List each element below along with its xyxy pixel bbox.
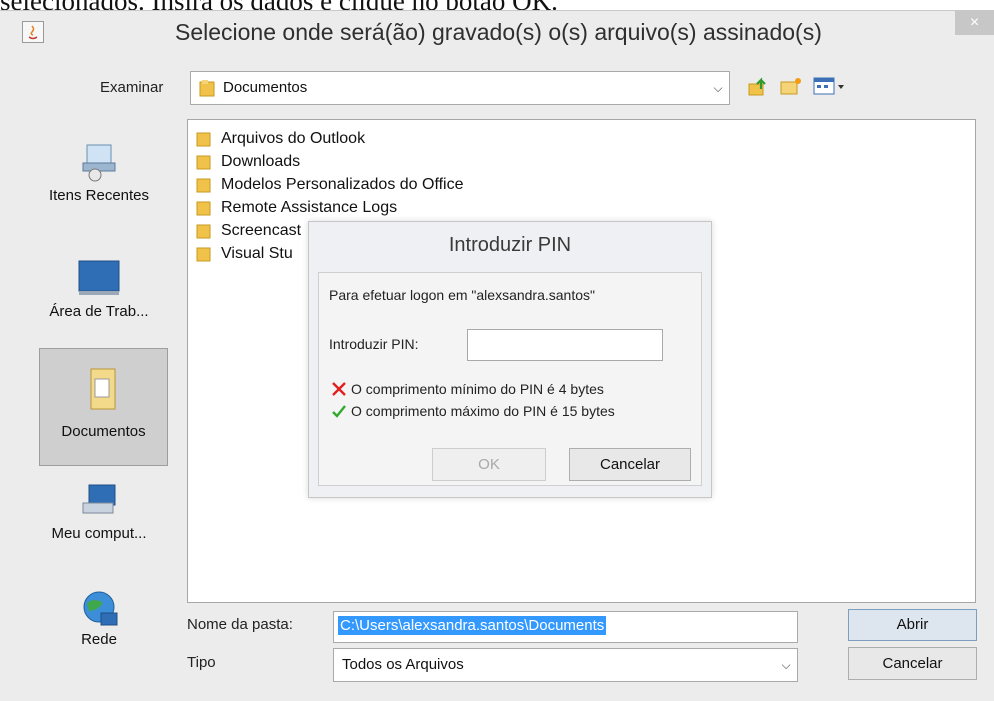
file-name: Arquivos do Outlook [221,130,366,147]
place-desktop[interactable]: Área de Trab... [24,259,174,339]
open-button[interactable]: Abrir [848,609,977,641]
place-label: Área de Trab... [49,303,149,320]
pin-rule-min: O comprimento mínimo do PIN é 4 bytes [351,381,604,397]
network-icon [83,591,118,626]
pin-dialog: Introduzir PIN Para efetuar logon em "al… [308,221,712,498]
pin-rule-max: O comprimento máximo do PIN é 15 bytes [351,403,615,419]
java-app-icon [22,21,44,43]
list-item[interactable]: Remote Assistance Logs [196,199,397,222]
file-chooser-window: Selecione onde será(ão) gravado(s) o(s) … [0,10,994,701]
checkmark-icon [332,405,346,418]
title-bar: Selecione onde será(ão) gravado(s) o(s) … [0,11,994,51]
folder-icon [196,224,211,239]
up-one-level-icon[interactable] [747,75,771,97]
list-item[interactable]: Visual Stu [196,245,293,268]
folder-icon [199,80,215,97]
logon-text: Para efetuar logon em "alexsandra.santos… [329,287,595,303]
pin-panel: Para efetuar logon em "alexsandra.santos… [318,272,702,486]
new-folder-icon[interactable] [779,75,803,97]
list-item[interactable]: Downloads [196,153,300,176]
desktop-icon [78,260,120,295]
place-computer[interactable]: Meu comput... [24,481,174,561]
place-recent-items[interactable]: Itens Recentes [24,137,174,227]
place-documents[interactable]: Documentos [39,348,168,466]
file-name: Downloads [221,153,301,170]
pin-label: Introduzir PIN: [329,336,419,352]
file-name: Visual Stu [221,245,293,262]
pin-input[interactable] [467,329,663,361]
folder-name-input[interactable]: C:\Users\alexsandra.santos\Documents [333,611,798,643]
documents-icon [90,368,115,410]
pin-dialog-title: Introduzir PIN [448,234,572,256]
view-menu-icon[interactable] [812,75,846,97]
place-network[interactable]: Rede [24,589,174,669]
folder-icon [196,201,211,216]
type-value: Todos os Arquivos [342,656,464,673]
cancel-button[interactable]: Cancelar [848,647,977,680]
lookin-combo[interactable]: Documentos ⌵ [190,71,730,105]
folder-path: C:\Users\alexsandra.santos\Documents [338,616,607,635]
type-label: Tipo [187,654,216,671]
place-label: Rede [81,631,117,648]
list-item[interactable]: Arquivos do Outlook [196,130,365,153]
folder-icon [196,178,211,193]
close-button[interactable]: × [955,11,994,35]
list-item[interactable]: Screencast [196,222,301,245]
place-label: Documentos [61,423,146,440]
lookin-label: Examinar [100,79,164,96]
file-name: Modelos Personalizados do Office [221,176,464,193]
folder-icon [196,155,211,170]
file-name: Remote Assistance Logs [221,199,398,216]
file-name: Screencast [221,222,302,239]
place-label: Meu comput... [51,525,147,542]
pin-ok-button[interactable]: OK [432,448,546,481]
folder-icon [196,247,211,262]
list-item[interactable]: Modelos Personalizados do Office [196,176,464,199]
place-label: Itens Recentes [48,187,150,204]
lookin-value: Documentos [223,79,308,96]
window-title: Selecione onde será(ão) gravado(s) o(s) … [175,19,822,45]
selected-path-text: C:\Users\alexsandra.santos\Documents [338,616,607,635]
folder-icon [196,132,211,147]
chevron-down-icon[interactable]: ⌵ [707,72,729,104]
recent-items-icon [82,144,116,182]
folder-name-label: Nome da pasta: [187,616,293,633]
pin-cancel-button[interactable]: Cancelar [569,448,691,481]
cross-icon [332,382,346,396]
computer-icon [82,484,116,514]
chevron-down-icon[interactable]: ⌵ [775,649,797,681]
type-select[interactable]: Todos os Arquivos ⌵ [333,648,798,682]
